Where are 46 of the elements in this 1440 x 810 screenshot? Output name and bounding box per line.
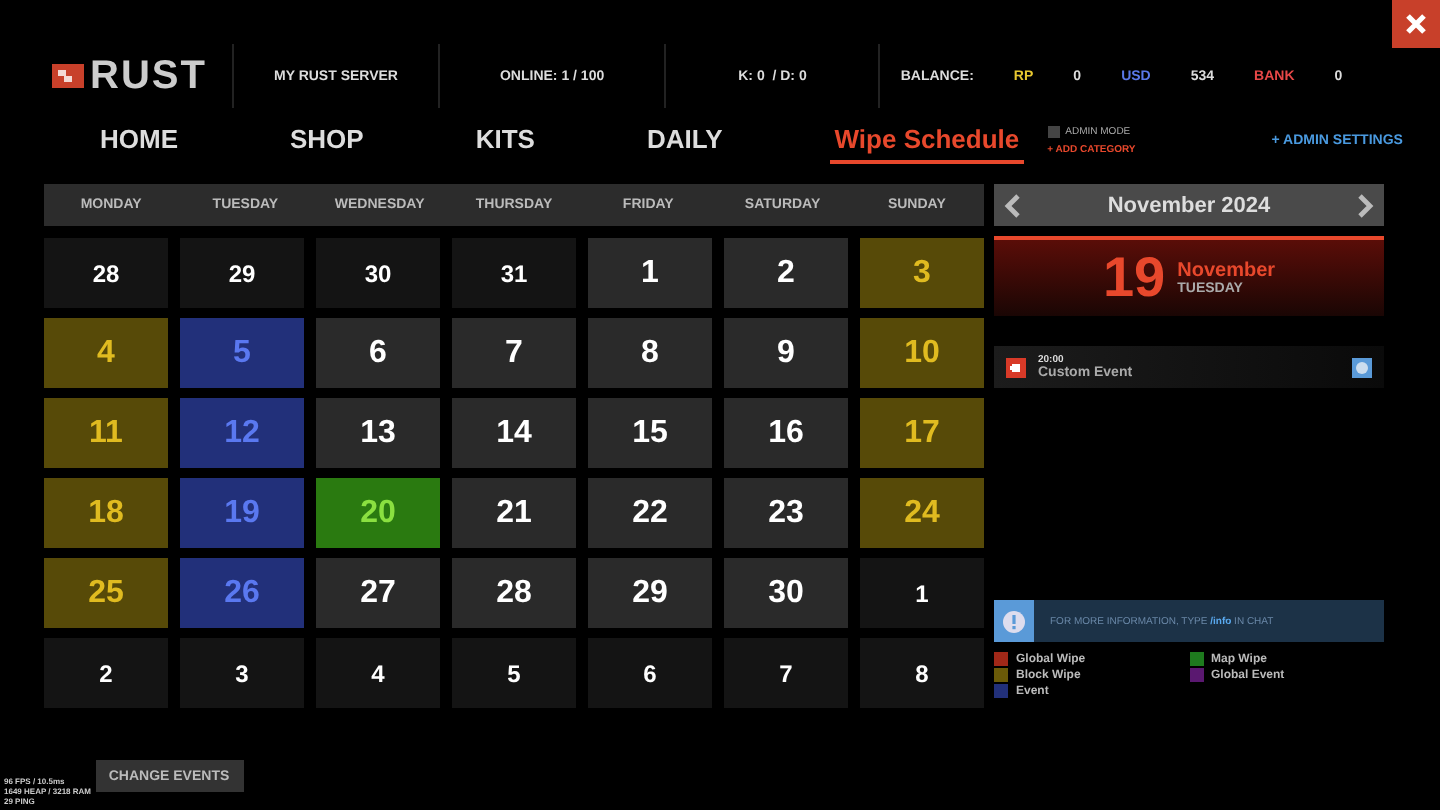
nav-tab[interactable]: HOME [96,117,182,163]
selected-day: 19 [1102,246,1166,310]
nav-tab[interactable]: KITS [471,117,539,163]
day-cell[interactable]: 17 [860,398,984,468]
day-cell[interactable]: 9 [724,318,848,388]
day-cell[interactable]: 11 [44,398,168,468]
day-cell[interactable]: 6 [316,318,440,388]
day-cell[interactable]: 7 [724,638,848,708]
day-cell[interactable]: 30 [724,558,848,628]
day-cell[interactable]: 14 [452,398,576,468]
day-cell[interactable]: 2 [44,638,168,708]
day-cell[interactable]: 13 [316,398,440,468]
day-cell[interactable]: 29 [588,558,712,628]
day-cell[interactable]: 27 [316,558,440,628]
day-cell[interactable]: 1 [860,558,984,628]
nav-tab[interactable]: DAILY [642,117,727,163]
day-cell[interactable]: 21 [452,478,576,548]
day-cell[interactable]: 31 [452,238,576,308]
day-cell[interactable]: 15 [588,398,712,468]
day-cell[interactable]: 16 [724,398,848,468]
day-cell[interactable]: 29 [180,238,304,308]
day-cell[interactable]: 22 [588,478,712,548]
day-cell[interactable]: 8 [588,318,712,388]
month-title: November 2024 [1107,193,1271,217]
day-cell[interactable]: 2 [724,238,848,308]
day-cell[interactable]: 28 [452,558,576,628]
nav-tab[interactable]: Wipe Schedule [830,117,1024,163]
day-cell[interactable]: 4 [44,318,168,388]
day-cell[interactable]: 3 [860,238,984,308]
day-cell[interactable]: 6 [588,638,712,708]
day-cell[interactable]: 10 [860,318,984,388]
day-cell[interactable]: 4 [316,638,440,708]
day-cell[interactable]: 1 [588,238,712,308]
day-cell[interactable]: 28 [44,238,168,308]
day-cell[interactable]: 24 [860,478,984,548]
selected-month: November [1177,260,1276,282]
day-cell[interactable]: 7 [452,318,576,388]
day-cell[interactable]: 23 [724,478,848,548]
logo-text: RUST [90,53,207,99]
day-cell[interactable]: 18 [44,478,168,548]
day-cell[interactable]: 5 [452,638,576,708]
nav-tab[interactable]: SHOP [286,117,368,163]
day-cell[interactable]: 8 [860,638,984,708]
day-cell[interactable]: 3 [180,638,304,708]
day-cell[interactable]: 25 [44,558,168,628]
day-cell[interactable]: 30 [316,238,440,308]
